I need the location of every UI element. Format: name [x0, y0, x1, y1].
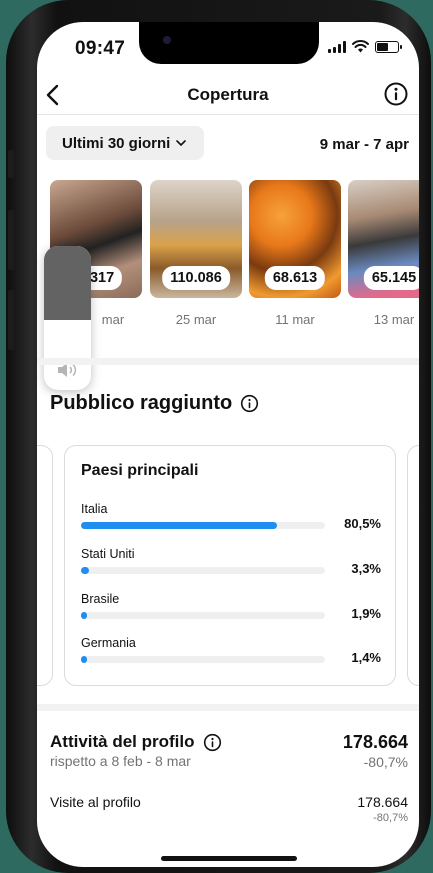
post-date: 13 mar	[373, 312, 415, 327]
date-range-dropdown-label: Ultimi 30 giorni	[62, 134, 171, 152]
header-divider	[37, 114, 419, 115]
post-thumbnail[interactable]: 68.613	[249, 180, 341, 298]
country-bar	[81, 567, 325, 574]
phone-screen: 09:47 Copertura Ultimi 30 giorni 9 mar -…	[37, 22, 419, 867]
country-bar-fill	[81, 612, 88, 619]
battery-icon	[375, 40, 402, 53]
profile-activity-title: Attività del profilo	[50, 732, 222, 752]
country-row: Germania 1,4%	[81, 636, 381, 665]
filter-row: Ultimi 30 giorni 9 mar - 7 apr	[37, 124, 419, 164]
home-indicator	[161, 856, 297, 861]
content-thumbnails: 9.317 mar 110.086 25 mar 68.613 11 mar 6…	[37, 180, 419, 330]
wifi-icon	[352, 40, 369, 53]
next-card-edge[interactable]	[407, 445, 419, 686]
country-name: Italia	[81, 502, 108, 516]
info-icon[interactable]	[383, 81, 409, 107]
section-separator	[37, 704, 419, 711]
audience-title-text: Pubblico raggiunto	[50, 392, 233, 414]
date-range-dropdown[interactable]: Ultimi 30 giorni	[46, 126, 205, 160]
reach-count: 65.145	[363, 266, 419, 290]
country-name: Stati Uniti	[81, 547, 135, 561]
audience-section-title: Pubblico raggiunto	[50, 392, 259, 415]
profile-activity-comparison: rispetto a 8 feb - 8 mar	[50, 753, 191, 769]
country-name: Germania	[81, 636, 136, 650]
previous-card-edge[interactable]	[37, 445, 53, 686]
profile-activity-change: -80,7%	[363, 754, 408, 770]
signal-icon	[328, 40, 346, 53]
reach-count: 68.613	[264, 266, 326, 290]
profile-activity-title-text: Attività del profilo	[50, 732, 195, 751]
chevron-down-icon	[176, 140, 187, 147]
status-time: 09:47	[75, 38, 126, 59]
country-bar-fill	[81, 656, 88, 663]
section-separator	[37, 358, 419, 365]
nav-bar: Copertura	[37, 74, 419, 116]
side-button-mute	[8, 150, 14, 178]
country-bar	[81, 612, 325, 619]
top-countries-card: Paesi principali Italia 80,5% Stati Unit…	[64, 445, 396, 686]
country-bar-fill	[81, 522, 278, 529]
post-thumbnail[interactable]: 110.086	[150, 180, 242, 298]
country-row: Brasile 1,9%	[81, 592, 381, 621]
date-range-text: 9 mar - 7 apr	[319, 136, 409, 153]
post-date: 11 mar	[275, 312, 315, 327]
card-title: Paesi principali	[81, 462, 199, 479]
country-bar	[81, 656, 325, 663]
profile-activity-value: 178.664	[342, 732, 408, 752]
camera-dot	[163, 36, 171, 44]
country-percentage: 1,9%	[351, 606, 381, 621]
country-bar-fill	[81, 567, 90, 574]
profile-visits-label: Visite al profilo	[50, 794, 141, 810]
back-arrow-icon[interactable]	[41, 82, 67, 108]
country-name: Brasile	[81, 592, 120, 606]
side-button-volume-down	[8, 290, 14, 350]
country-row: Italia 80,5%	[81, 502, 381, 531]
country-percentage: 3,3%	[351, 561, 381, 576]
volume-level	[44, 246, 91, 320]
country-row: Stati Uniti 3,3%	[81, 547, 381, 576]
profile-visits-value: 178.664	[357, 794, 408, 810]
reach-count: 110.086	[162, 266, 230, 290]
notch	[139, 22, 319, 64]
country-percentage: 1,4%	[351, 650, 381, 665]
page-title: Copertura	[187, 85, 269, 104]
country-bar	[81, 522, 325, 529]
country-percentage: 80,5%	[344, 516, 381, 531]
status-icons	[328, 40, 402, 53]
status-bar: 09:47	[37, 22, 419, 72]
info-icon[interactable]	[203, 733, 222, 752]
side-button-volume-up	[8, 210, 14, 270]
info-icon[interactable]	[240, 394, 259, 413]
volume-overlay[interactable]	[44, 246, 91, 390]
profile-visits-change: -80,7%	[373, 812, 408, 824]
post-thumbnail[interactable]: 65.145	[348, 180, 419, 298]
post-date: 25 mar	[175, 312, 217, 327]
